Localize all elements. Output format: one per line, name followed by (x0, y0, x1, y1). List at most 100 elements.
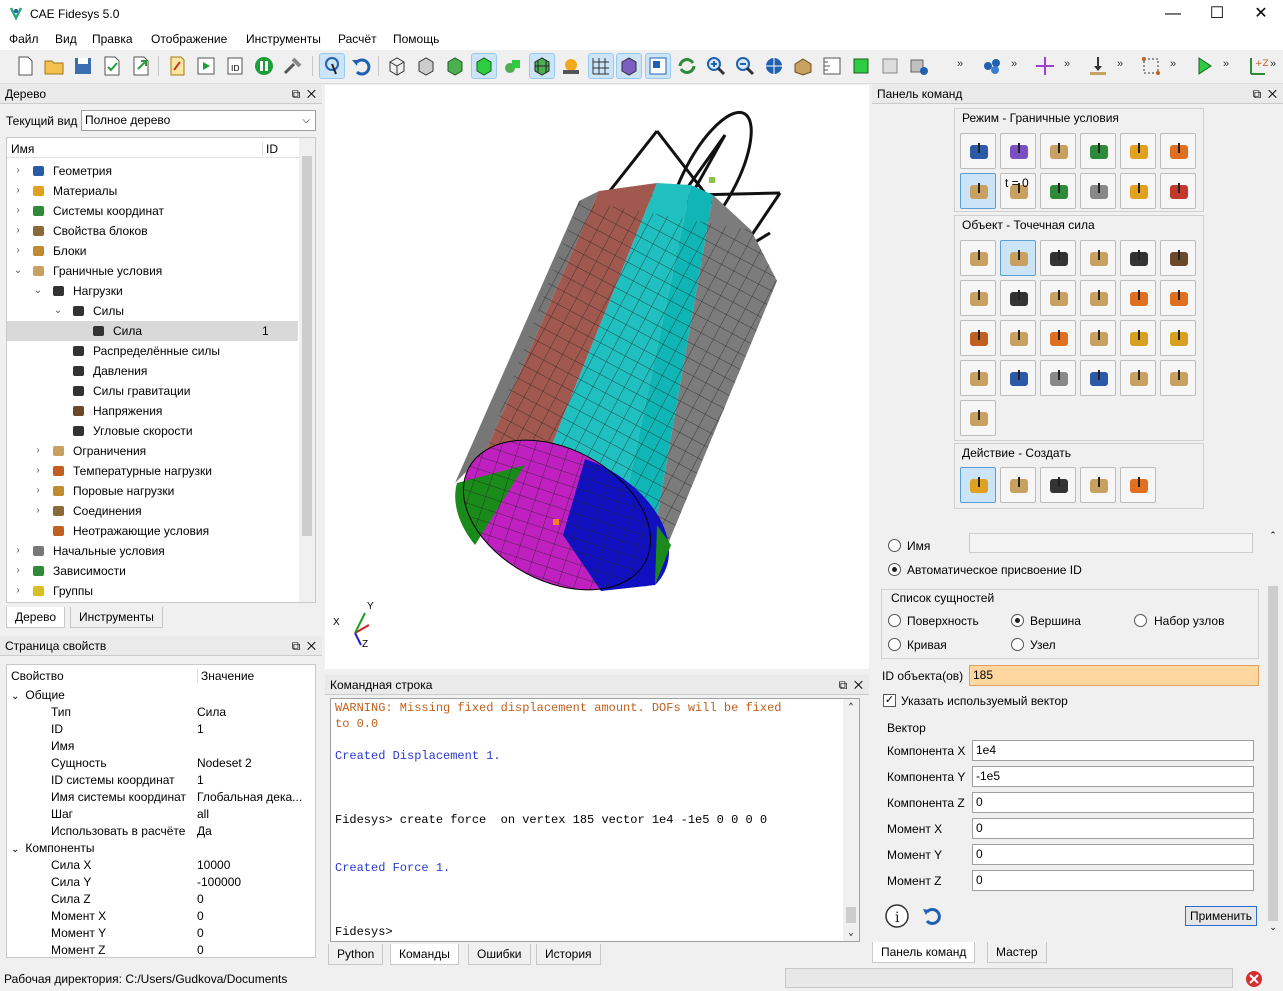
rotate-view-icon[interactable] (762, 54, 786, 78)
column-id[interactable]: ID (262, 142, 278, 156)
auto-id-radio[interactable] (888, 563, 901, 576)
chevron-right-icon[interactable]: › (13, 241, 23, 261)
new-file-icon[interactable] (13, 54, 37, 78)
chevron-down-icon[interactable]: ⌄ (53, 301, 63, 321)
vector-row-field[interactable]: 0 (972, 844, 1254, 865)
heat-source-button[interactable] (1120, 320, 1156, 356)
zoom-out-icon[interactable] (733, 54, 757, 78)
minimize-button[interactable]: — (1161, 4, 1185, 24)
mesh-mode-button[interactable] (1000, 133, 1036, 169)
pore-pressure-button[interactable] (960, 360, 996, 396)
chevron-right-icon[interactable]: › (13, 201, 23, 221)
command-panel-buttons[interactable]: ⧉ ✕ (839, 675, 863, 695)
vertex-radio[interactable] (1011, 614, 1024, 627)
chevron-right-icon[interactable]: › (33, 501, 43, 521)
menu-file[interactable]: Файл (9, 32, 39, 46)
rigid-link-button[interactable] (1120, 280, 1156, 316)
volume-heat-button[interactable] (1160, 320, 1196, 356)
refresh-icon[interactable] (675, 54, 699, 78)
ruler-icon[interactable] (820, 54, 844, 78)
crosshair-icon[interactable] (1033, 54, 1057, 78)
curve-radio[interactable] (888, 638, 901, 651)
delete-action-button[interactable] (1120, 467, 1156, 503)
property-section[interactable]: ⌄ Общие (11, 687, 65, 704)
tree-item[interactable]: › Блоки (7, 241, 298, 261)
chevron-right-icon[interactable]: › (13, 581, 23, 601)
create-action-button[interactable] (960, 467, 996, 503)
3d-viewport[interactable]: X Y Z (325, 85, 869, 669)
tree-item[interactable]: › Группы (7, 581, 298, 601)
menu-tools[interactable]: Инструменты (246, 32, 321, 46)
tree-item[interactable]: › Соединения (7, 501, 298, 521)
cube-settings-icon[interactable] (907, 54, 931, 78)
column-name[interactable]: Имя (11, 142, 34, 156)
load-arrow-icon[interactable] (1086, 54, 1110, 78)
menu-help[interactable]: Помощь (393, 32, 439, 46)
results-mode-button[interactable] (1160, 173, 1196, 209)
surface-radio[interactable] (888, 614, 901, 627)
tree-item[interactable]: ⌄ Граничные условия (7, 261, 298, 281)
axes-icon[interactable]: +Z (1245, 54, 1269, 78)
toolbar-overflow-7[interactable]: » (1270, 58, 1276, 70)
solver-mode-button[interactable] (1120, 173, 1156, 209)
tree-panel-buttons[interactable]: ⧉ ✕ (292, 84, 316, 104)
analysis-mode-button[interactable] (1080, 173, 1116, 209)
open-folder-icon[interactable] (42, 54, 66, 78)
property-section[interactable]: ⌄ Компоненты (11, 840, 95, 857)
property-value[interactable]: Nodeset 2 (197, 755, 252, 772)
toolbar-overflow-5[interactable]: » (1170, 58, 1176, 70)
use-vector-checkbox[interactable]: ✓ (883, 694, 896, 707)
pause-icon[interactable] (252, 54, 276, 78)
toolbar-overflow-1[interactable]: » (957, 58, 963, 70)
display-settings-icon[interactable] (559, 54, 583, 78)
tab-wizard[interactable]: Мастер (987, 942, 1047, 963)
stress-button[interactable] (1160, 240, 1196, 276)
sun-button[interactable] (1080, 360, 1116, 396)
chevron-right-icon[interactable]: › (33, 461, 43, 481)
property-value[interactable]: 10000 (197, 857, 230, 874)
tab-python[interactable]: Python (328, 944, 384, 965)
surfaces-view-icon[interactable] (501, 54, 525, 78)
property-value[interactable]: Сила (197, 704, 226, 721)
property-value[interactable]: 0 (197, 942, 204, 959)
cluster-icon[interactable] (980, 54, 1004, 78)
tab-errors[interactable]: Ошибки (468, 944, 531, 965)
node-radio[interactable] (1011, 638, 1024, 651)
run-calculation-icon[interactable] (1192, 54, 1216, 78)
gravity-button[interactable] (1120, 240, 1156, 276)
zoom-in-icon[interactable] (704, 54, 728, 78)
tree-item[interactable]: Силы гравитации (7, 381, 298, 401)
run-script-icon[interactable] (194, 54, 218, 78)
tree-item[interactable]: › Материалы (7, 181, 298, 201)
chevron-right-icon[interactable]: › (13, 181, 23, 201)
error-stop-icon[interactable] (1245, 970, 1263, 988)
script-icon[interactable] (165, 54, 189, 78)
heat-flux-button[interactable] (1000, 320, 1036, 356)
toolbar-overflow-4[interactable]: » (1117, 58, 1123, 70)
name-radio[interactable] (888, 539, 901, 552)
transparent-cube-icon[interactable] (878, 54, 902, 78)
point-force-button[interactable] (1000, 240, 1036, 276)
info-icon[interactable]: i (884, 903, 910, 929)
import-icon[interactable] (100, 54, 124, 78)
angular-velocity-button[interactable] (1000, 280, 1036, 316)
edit-action-button[interactable] (1080, 467, 1116, 503)
distributed-force-button[interactable] (1040, 240, 1076, 276)
solid-view-icon[interactable] (471, 53, 497, 79)
boundary-conditions-mode-button[interactable] (960, 173, 996, 209)
chevron-down-icon[interactable]: ⌄ (13, 261, 23, 281)
vector-row-field[interactable]: 0 (972, 818, 1254, 839)
tab-command-panel[interactable]: Панель команд (872, 942, 976, 963)
wireframe-view-icon[interactable] (385, 54, 409, 78)
fluid-flow-button[interactable] (1000, 360, 1036, 396)
list-action-button[interactable] (1040, 467, 1076, 503)
menu-display[interactable]: Отображение (151, 32, 227, 46)
vector-row-field[interactable]: 0 (972, 792, 1254, 813)
toolbar-overflow-2[interactable]: » (1011, 58, 1017, 70)
chevron-right-icon[interactable]: › (13, 221, 23, 241)
property-value[interactable]: 0 (197, 908, 204, 925)
chevron-right-icon[interactable]: › (33, 441, 43, 461)
property-value[interactable]: 0 (197, 925, 204, 942)
bending-button[interactable] (1120, 360, 1156, 396)
acceleration-button[interactable] (1040, 280, 1076, 316)
